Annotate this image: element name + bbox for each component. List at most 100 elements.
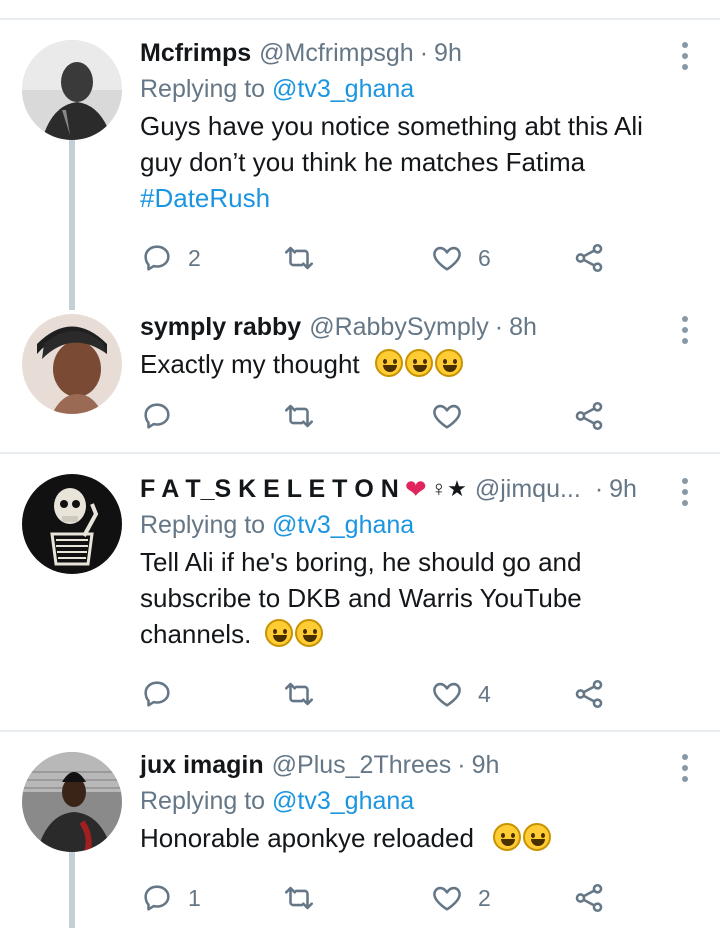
tweet-header: Mcfrimps @Mcfrimpsgh · 9h xyxy=(140,36,670,70)
separator-dot: · xyxy=(419,39,429,67)
tweet-line-3: channels. xyxy=(140,619,252,649)
display-name[interactable]: symply rabby xyxy=(140,310,301,344)
retweet-button[interactable] xyxy=(282,238,316,278)
like-button[interactable]: 4 xyxy=(430,674,491,714)
rofl-emoji-icon xyxy=(374,349,403,377)
more-vertical-icon[interactable] xyxy=(682,316,688,344)
share-button[interactable] xyxy=(572,238,606,278)
share-icon xyxy=(575,679,603,709)
tweet-text: Exactly my thought xyxy=(140,346,670,382)
like-button[interactable]: 6 xyxy=(430,238,491,278)
tweet-divider xyxy=(0,730,720,732)
user-handle[interactable]: @RabbySymply xyxy=(309,310,489,344)
like-button[interactable]: 2 xyxy=(430,878,491,918)
heart-icon xyxy=(433,404,461,429)
avatar[interactable] xyxy=(22,40,122,140)
retweet-icon xyxy=(284,246,314,270)
reply-button[interactable]: 1 xyxy=(140,878,201,918)
speech-bubble-icon xyxy=(144,245,170,271)
avatar[interactable] xyxy=(22,314,122,414)
rofl-emoji-icon xyxy=(294,619,323,647)
tweet-header: symply rabby @RabbySymply · 8h xyxy=(140,310,670,344)
user-handle[interactable]: @Plus_2Threes xyxy=(272,748,452,782)
tweet-actions: 1 2 xyxy=(140,878,620,918)
replying-to-label: Replying to xyxy=(140,787,266,815)
avatar[interactable] xyxy=(22,752,122,852)
heart-icon xyxy=(433,886,461,911)
tweet-divider xyxy=(0,452,720,454)
share-icon xyxy=(575,401,603,431)
display-name[interactable]: F A T_S K E L E T O N xyxy=(140,472,399,506)
rofl-emoji-icon xyxy=(404,349,433,377)
more-vertical-icon[interactable] xyxy=(682,42,688,70)
rofl-emoji-icon xyxy=(434,349,463,377)
tweet-text: Honorable aponkye reloaded xyxy=(140,820,670,856)
separator-dot: · xyxy=(594,475,604,503)
reply-count: 2 xyxy=(188,244,201,271)
tweet-text: Tell Ali if he's boring, he should go an… xyxy=(140,544,670,652)
replying-to-link[interactable]: @tv3_ghana xyxy=(272,511,414,539)
speech-bubble-icon xyxy=(144,403,170,429)
share-button[interactable] xyxy=(572,674,606,714)
share-icon xyxy=(575,883,603,913)
timestamp[interactable]: 9h xyxy=(609,472,637,506)
speech-bubble-icon xyxy=(144,885,170,911)
name-symbols: ♀★ xyxy=(430,476,467,501)
heart-icon xyxy=(433,246,461,271)
like-count: 6 xyxy=(478,244,491,271)
display-name[interactable]: Mcfrimps xyxy=(140,36,251,70)
tweet-line-2: subscribe to DKB and Warris YouTube xyxy=(140,583,582,613)
retweet-icon xyxy=(284,682,314,706)
user-handle[interactable]: @jimqu... xyxy=(475,472,581,506)
like-count: 2 xyxy=(478,884,491,911)
hashtag-link[interactable]: #DateRush xyxy=(140,183,270,213)
avatar[interactable] xyxy=(22,474,122,574)
reply-count: 1 xyxy=(188,884,201,911)
share-icon xyxy=(575,243,603,273)
retweet-button[interactable] xyxy=(282,396,316,436)
user-handle[interactable]: @Mcfrimpsgh xyxy=(259,36,414,70)
reply-button[interactable]: 2 xyxy=(140,238,201,278)
reply-button[interactable] xyxy=(140,396,174,436)
tweet-line-1: Tell Ali if he's boring, he should go an… xyxy=(140,547,582,577)
speech-bubble-icon xyxy=(144,681,170,707)
replying-to-label: Replying to xyxy=(140,511,266,539)
timestamp[interactable]: 9h xyxy=(472,748,500,782)
retweet-button[interactable] xyxy=(282,878,316,918)
tweet-text: Guys have you notice something abt this … xyxy=(140,108,670,216)
retweet-icon xyxy=(284,404,314,428)
tweet-body: Honorable aponkye reloaded xyxy=(140,823,474,853)
thread-line xyxy=(69,852,75,928)
display-name[interactable]: jux imagin xyxy=(140,748,264,782)
thread-line xyxy=(69,140,75,310)
top-divider xyxy=(0,18,720,20)
timestamp[interactable]: 9h xyxy=(434,36,462,70)
retweet-icon xyxy=(284,886,314,910)
more-vertical-icon[interactable] xyxy=(682,754,688,782)
tweet-body: Guys have you notice something abt this … xyxy=(140,111,643,177)
smiley-emoji-icon xyxy=(493,823,522,851)
more-vertical-icon[interactable] xyxy=(682,478,688,506)
replying-to: Replying to @tv3_ghana xyxy=(140,508,670,542)
replying-to-link[interactable]: @tv3_ghana xyxy=(272,787,414,815)
separator-dot: · xyxy=(457,751,466,779)
like-count: 4 xyxy=(478,680,491,707)
red-heart-icon: ❤ xyxy=(404,474,427,504)
timestamp[interactable]: 8h xyxy=(509,310,537,344)
tweet-header: jux imagin @Plus_2Threes · 9h xyxy=(140,748,670,782)
rofl-emoji-icon xyxy=(264,619,293,647)
tweet-actions: 2 6 xyxy=(140,238,620,278)
share-button[interactable] xyxy=(572,878,606,918)
share-button[interactable] xyxy=(572,396,606,436)
replying-to: Replying to @tv3_ghana xyxy=(140,784,670,818)
like-button[interactable] xyxy=(430,396,464,436)
heart-icon xyxy=(433,682,461,707)
replying-to-link[interactable]: @tv3_ghana xyxy=(272,75,414,103)
smiley-emoji-icon xyxy=(523,823,552,851)
tweet-actions: 4 xyxy=(140,674,620,714)
tweet-header: F A T_S K E L E T O N ❤ ♀★ @jimqu... · 9… xyxy=(140,472,670,506)
separator-dot: · xyxy=(494,313,504,341)
reply-button[interactable] xyxy=(140,674,174,714)
replying-to: Replying to @tv3_ghana xyxy=(140,72,670,106)
retweet-button[interactable] xyxy=(282,674,316,714)
